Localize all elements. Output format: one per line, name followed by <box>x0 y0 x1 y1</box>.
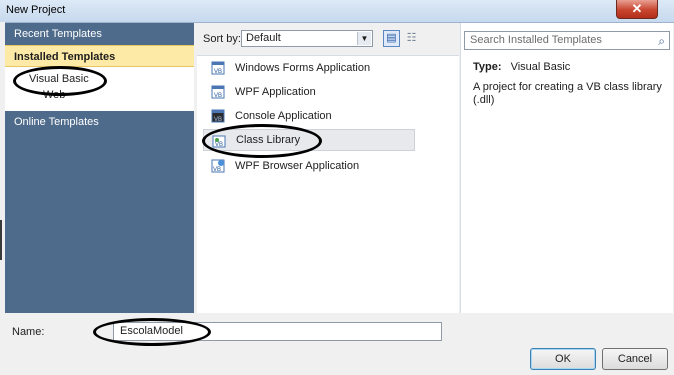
sort-by-value: Default <box>246 32 281 44</box>
chevron-down-icon: ▼ <box>357 32 371 45</box>
template-item-console[interactable]: VB Console Application <box>203 105 415 127</box>
vb-console-icon: VB <box>211 109 225 123</box>
template-description: A project for creating a VB class librar… <box>473 81 662 106</box>
title-bar: New Project ✕ <box>0 0 674 23</box>
template-item-wpf-browser[interactable]: VB WPF Browser Application <box>203 155 415 177</box>
search-icon: ⌕ <box>658 34 665 48</box>
sort-by-dropdown[interactable]: Default ▼ <box>241 30 373 47</box>
online-templates-label: Online Templates <box>14 116 99 128</box>
vb-project-icon: VB <box>211 85 225 99</box>
installed-templates-label: Installed Templates <box>14 51 116 63</box>
template-toolbar: Sort by: Default ▼ ▤ ☷ <box>197 23 459 56</box>
window-title: New Project <box>6 4 66 16</box>
template-label: WPF Application <box>235 86 316 98</box>
annotation-ellipse-class-library <box>202 124 322 158</box>
installed-templates-item[interactable]: Installed Templates <box>5 45 194 67</box>
template-label: Windows Forms Application <box>235 62 371 74</box>
detail-view-icon: ☷ <box>406 32 417 44</box>
left-edge-shadow <box>0 220 2 260</box>
recent-templates-item[interactable]: Recent Templates <box>5 23 194 45</box>
type-value: Visual Basic <box>510 61 571 73</box>
ok-button[interactable]: OK <box>530 348 596 370</box>
svg-text:VB: VB <box>213 167 221 173</box>
name-label: Name: <box>12 326 45 338</box>
vb-project-icon: VB <box>211 61 225 75</box>
svg-text:VB: VB <box>214 93 222 99</box>
cancel-button[interactable]: Cancel <box>602 348 668 370</box>
template-item-windows-forms[interactable]: VB Windows Forms Application <box>203 57 415 79</box>
ok-button-label: OK <box>555 353 571 365</box>
template-category-pane: Recent Templates Installed Templates Vis… <box>5 23 194 313</box>
search-templates-input[interactable]: Search Installed Templates ⌕ <box>464 31 670 50</box>
type-label: Type: <box>473 61 502 73</box>
close-icon: ✕ <box>631 1 643 16</box>
recent-templates-label: Recent Templates <box>14 28 102 40</box>
online-templates-item[interactable]: Online Templates <box>5 111 194 133</box>
svg-text:VB: VB <box>214 117 222 123</box>
template-label: Console Application <box>235 110 332 122</box>
vb-browser-icon: VB <box>211 159 225 173</box>
annotation-ellipse-visual-basic <box>13 66 107 96</box>
cancel-button-label: Cancel <box>617 353 653 365</box>
sort-by-label: Sort by: <box>203 33 241 45</box>
annotation-ellipse-project-name <box>93 318 211 346</box>
template-type: Type: Visual Basic <box>473 61 570 73</box>
template-item-wpf[interactable]: VB WPF Application <box>203 81 415 103</box>
search-placeholder: Search Installed Templates <box>470 34 602 46</box>
svg-text:VB: VB <box>214 69 222 75</box>
new-project-dialog: New Project ✕ Recent Templates Installed… <box>0 0 674 375</box>
list-view-button[interactable]: ▤ <box>383 30 400 47</box>
template-list-pane: Sort by: Default ▼ ▤ ☷ VB Windows Forms … <box>197 23 459 313</box>
close-button[interactable]: ✕ <box>616 0 658 19</box>
list-view-icon: ▤ <box>386 32 397 44</box>
template-details-pane: Search Installed Templates ⌕ Type: Visua… <box>460 23 673 313</box>
detail-view-button[interactable]: ☷ <box>403 30 420 47</box>
template-label: WPF Browser Application <box>235 160 360 172</box>
